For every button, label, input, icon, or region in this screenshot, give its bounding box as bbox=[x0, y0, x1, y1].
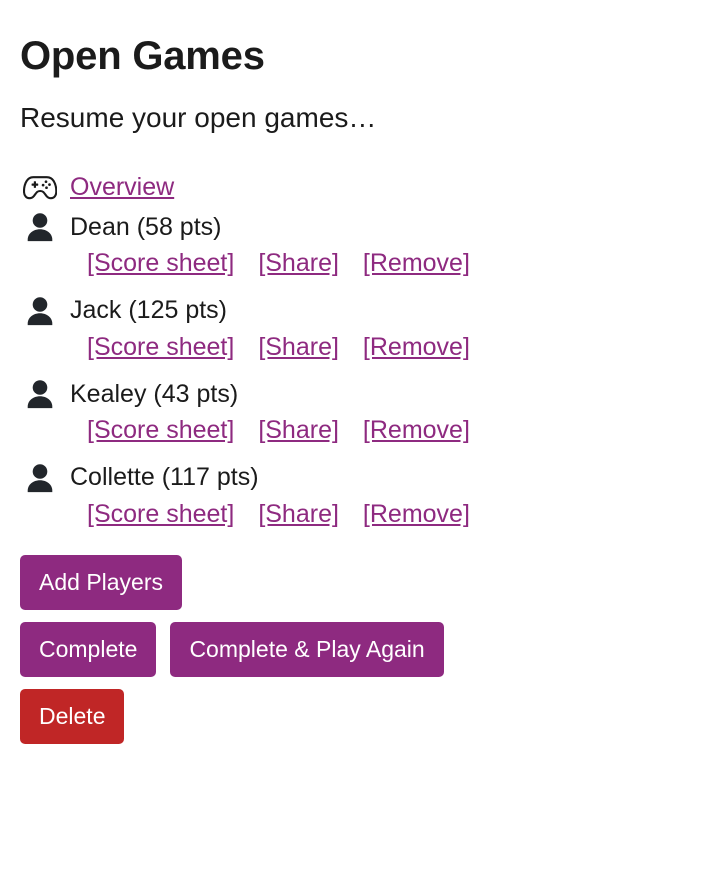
overview-link[interactable]: Overview bbox=[70, 174, 174, 202]
player-name: Dean (58 pts) bbox=[70, 212, 222, 241]
complete-button[interactable]: Complete bbox=[20, 622, 157, 678]
person-icon bbox=[20, 463, 60, 493]
button-area: Add Players Complete Complete & Play Aga… bbox=[20, 555, 690, 745]
button-row-delete: Delete bbox=[20, 689, 690, 745]
player-actions: [Score sheet] [Share] [Remove] bbox=[20, 333, 690, 362]
button-row-complete: Complete Complete & Play Again bbox=[20, 622, 690, 678]
person-icon bbox=[20, 379, 60, 409]
player-row: Jack (125 pts) bbox=[20, 294, 690, 328]
overview-row: Overview bbox=[20, 171, 690, 205]
score-sheet-link[interactable]: [Score sheet] bbox=[87, 417, 234, 445]
remove-link[interactable]: [Remove] bbox=[363, 250, 470, 278]
player-actions: [Score sheet] [Share] [Remove] bbox=[20, 500, 690, 529]
score-sheet-link[interactable]: [Score sheet] bbox=[87, 250, 234, 278]
page-title: Open Games bbox=[20, 34, 265, 78]
player-row: Dean (58 pts) bbox=[20, 210, 690, 244]
delete-button[interactable]: Delete bbox=[20, 689, 125, 745]
person-icon bbox=[20, 212, 60, 242]
gamepad-icon bbox=[20, 175, 60, 201]
player-name: Jack (125 pts) bbox=[70, 296, 228, 325]
share-link[interactable]: [Share] bbox=[258, 333, 339, 362]
remove-link[interactable]: [Remove] bbox=[363, 417, 470, 445]
complete-play-again-button[interactable]: Complete & Play Again bbox=[170, 622, 444, 678]
player-row: Collette (117 pts) bbox=[20, 461, 690, 495]
player-name: Collette (117 pts) bbox=[70, 463, 259, 492]
share-link[interactable]: [Share] bbox=[258, 250, 339, 278]
share-link[interactable]: [Share] bbox=[258, 500, 339, 529]
add-players-button[interactable]: Add Players bbox=[20, 555, 183, 611]
person-icon bbox=[20, 296, 60, 326]
score-sheet-link[interactable]: [Score sheet] bbox=[87, 333, 234, 362]
player-row: Kealey (43 pts) bbox=[20, 377, 690, 411]
score-sheet-link[interactable]: [Score sheet] bbox=[87, 500, 234, 529]
player-actions: [Score sheet] [Share] [Remove] bbox=[20, 417, 690, 445]
player-actions: [Score sheet] [Share] [Remove] bbox=[20, 250, 690, 278]
share-link[interactable]: [Share] bbox=[258, 417, 339, 445]
page-subtitle: Resume your open games… bbox=[20, 102, 377, 133]
button-row-add: Add Players bbox=[20, 555, 690, 611]
player-name: Kealey (43 pts) bbox=[70, 379, 239, 408]
remove-link[interactable]: [Remove] bbox=[363, 333, 470, 362]
open-games-page: Open Games Resume your open games… Overv… bbox=[0, 0, 710, 745]
game-block: Overview Dean (58 pts) [Score sheet] [Sh… bbox=[20, 171, 690, 528]
remove-link[interactable]: [Remove] bbox=[363, 500, 470, 529]
